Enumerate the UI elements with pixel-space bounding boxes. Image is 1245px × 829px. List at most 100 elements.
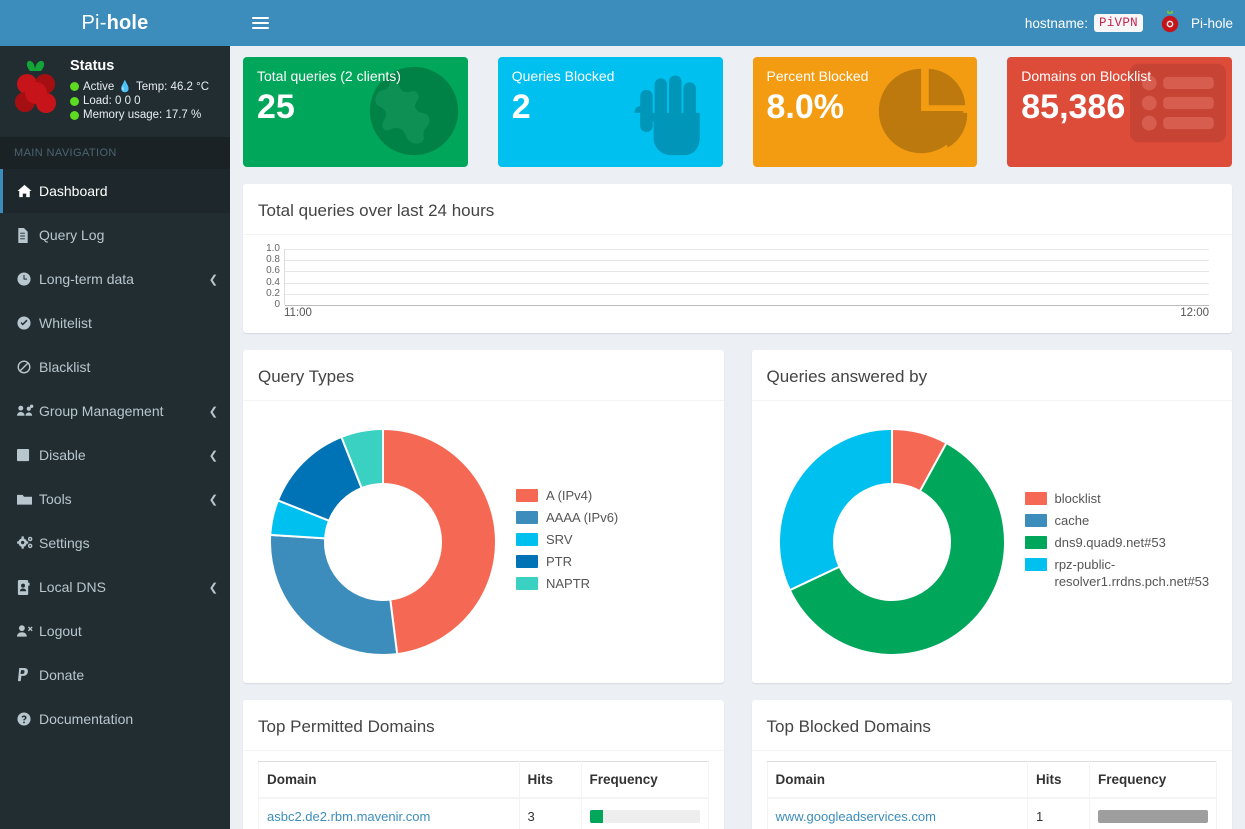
legend-item[interactable]: NAPTR <box>516 575 709 592</box>
legend-label: cache <box>1054 512 1090 528</box>
ban-icon <box>17 360 39 374</box>
chevron-left-icon: ❮ <box>208 405 218 418</box>
temperature-icon: 💧 <box>118 81 133 93</box>
legend-label: blocklist <box>1054 490 1101 506</box>
sidebar-item-donate[interactable]: Donate <box>0 653 230 697</box>
legend-item[interactable]: blocklist <box>1024 490 1218 507</box>
answered-by-donut[interactable] <box>767 417 1017 667</box>
query-types-donut[interactable] <box>258 417 508 667</box>
x-tick-end: 12:00 <box>1180 307 1209 319</box>
queries-over-time-chart[interactable]: 1.0 0.8 0.6 0.4 0.2 0 11:00 12:00 <box>258 244 1217 321</box>
donut-slice[interactable] <box>382 427 497 656</box>
frequency-bar <box>589 810 700 823</box>
column-header-hits: Hits <box>518 761 582 799</box>
sidebar-item-settings[interactable]: Settings <box>0 521 230 565</box>
status-line-memory: Memory usage: 17.7 % <box>70 109 209 121</box>
table-head: Domain Hits Frequency <box>258 761 709 799</box>
stat-value: 2 <box>511 88 531 126</box>
panel-header: Total queries over last 24 hours <box>243 187 1232 235</box>
sidebar-item-documentation[interactable]: Documentation <box>0 697 230 741</box>
folder-icon <box>17 493 39 506</box>
legend-swatch <box>516 555 538 568</box>
sidebar-item-disable[interactable]: Disable ❮ <box>0 433 230 477</box>
legend-label: A (IPv4) <box>546 488 593 503</box>
top-blocked-table: Domain Hits Frequency www.googleadservic… <box>766 761 1217 829</box>
brand-logo[interactable]: Pi-hole <box>0 0 230 46</box>
donut-slice[interactable] <box>777 427 893 592</box>
sidebar-item-label: Local DNS <box>39 579 106 595</box>
domain-link[interactable]: asbc2.de2.rbm.mavenir.com <box>267 809 430 824</box>
legend-item[interactable]: AAAA (IPv6) <box>516 509 709 526</box>
stat-box-domains-on-blocklist[interactable]: Domains on Blocklist 85,386 <box>1007 57 1232 167</box>
legend-item[interactable]: cache <box>1024 512 1218 529</box>
legend-item[interactable]: SRV <box>516 531 709 548</box>
legend-label: dns9.quad9.net#53 <box>1054 534 1166 550</box>
stat-title: Queries Blocked <box>511 68 615 84</box>
chevron-left-icon: ❮ <box>208 449 218 462</box>
sidebar-item-label: Tools <box>39 491 72 507</box>
status-line-active: Active 💧 Temp: 46.2 °C <box>70 80 209 93</box>
y-tick-label: 0.4 <box>266 276 280 288</box>
status-heading: Status <box>70 58 115 74</box>
legend-item[interactable]: PTR <box>516 553 709 570</box>
donut-slice[interactable] <box>269 533 399 656</box>
stat-value: 25 <box>257 88 295 126</box>
sidebar-item-dashboard[interactable]: Dashboard <box>0 169 230 213</box>
hostname-display: hostname: PiVPN <box>1025 14 1143 32</box>
check-circle-icon <box>17 316 39 330</box>
sidebar-item-whitelist[interactable]: Whitelist <box>0 301 230 345</box>
legend-label: PTR <box>546 554 572 569</box>
column-header-frequency: Frequency <box>580 761 709 799</box>
domain-link[interactable]: www.googleadservices.com <box>776 809 936 824</box>
panel-body: blocklist cache dns9.quad9.net#53 rpz-publi… <box>752 401 1233 683</box>
sidebar-item-label: Donate <box>39 667 85 683</box>
legend-item[interactable]: A (IPv4) <box>516 487 709 504</box>
user-times-icon <box>17 624 39 638</box>
sidebar-item-long-term-data[interactable]: Long-term data ❮ <box>0 257 230 301</box>
status-line-load: Load: 0 0 0 <box>70 95 209 107</box>
sidebar-item-group-management[interactable]: Group Management ❮ <box>0 389 230 433</box>
answered-by-chart[interactable]: blocklist cache dns9.quad9.net#53 rpz-publi… <box>767 411 1218 671</box>
legend-item[interactable]: dns9.quad9.net#53 <box>1024 534 1218 551</box>
user-menu[interactable]: Pi-hole <box>1153 9 1233 38</box>
sidebar-item-local-dns[interactable]: Local DNS ❮ <box>0 565 230 609</box>
navbar: hostname: PiVPN Pi-hole <box>230 0 1245 46</box>
legend-swatch <box>516 489 538 502</box>
green-dot-icon <box>70 96 79 106</box>
table-row: www.googleadservices.com 1 <box>766 797 1217 829</box>
paypal-icon <box>17 667 39 683</box>
raspberry-pi-icon <box>1159 9 1183 38</box>
chevron-left-icon: ❮ <box>208 273 218 286</box>
green-dot-icon <box>70 82 79 91</box>
table-body: asbc2.de2.rbm.mavenir.com3mtalk.google.c… <box>258 797 709 829</box>
chart-plot-area <box>284 249 1209 306</box>
sidebar-item-blacklist[interactable]: Blacklist <box>0 345 230 389</box>
panel-title: Query Types <box>258 367 355 386</box>
legend-item[interactable]: rpz-public-resolver1.rrdns.pch.net#53 <box>1024 556 1218 590</box>
cell-frequency <box>580 797 709 829</box>
stat-box-queries-blocked[interactable]: Queries Blocked 2 <box>497 57 723 167</box>
table-body: www.googleadservices.com 1 <box>766 797 1217 829</box>
sidebar-item-label: Group Management <box>39 403 164 419</box>
status-temp-label: Temp: 46.2 °C <box>136 80 210 93</box>
stat-box-total-queries-2-clients[interactable]: Total queries (2 clients) 25 <box>243 57 468 167</box>
panel-header: Top Blocked Domains <box>751 703 1232 751</box>
stat-title: Total queries (2 clients) <box>257 68 401 84</box>
answered-by-legend: blocklist cache dns9.quad9.net#53 rpz-publi… <box>1021 490 1218 595</box>
donut-row-panels: Query Types A (IPv4) AAAA (IPv6) SRV PTR NAP… <box>243 333 1232 683</box>
stat-box-percent-blocked[interactable]: Percent Blocked 8.0% <box>752 57 978 167</box>
sidebar-item-logout[interactable]: Logout <box>0 609 230 653</box>
sidebar: Status Active 💧 Temp: 46.2 °C Load: 0 0 … <box>0 46 230 829</box>
square-icon <box>17 448 39 462</box>
panel-body: A (IPv4) AAAA (IPv6) SRV PTR NAPTR <box>243 401 724 683</box>
green-dot-icon <box>70 110 79 120</box>
hamburger-icon[interactable] <box>240 0 280 46</box>
panel-query-types: Query Types A (IPv4) AAAA (IPv6) SRV PTR NAP… <box>243 350 724 683</box>
pihole-dashboard: Pi-hole hostname: PiVPN Pi-hole Status A… <box>0 0 1245 829</box>
sidebar-item-tools[interactable]: Tools ❮ <box>0 477 230 521</box>
top-bar: Pi-hole hostname: PiVPN Pi-hole <box>0 0 1245 46</box>
panel-top-blocked-domains: Top Blocked Domains Domain Hits Frequenc… <box>751 700 1232 829</box>
sidebar-item-query-log[interactable]: Query Log <box>0 213 230 257</box>
y-tick-label: 0.2 <box>266 287 280 299</box>
query-types-chart[interactable]: A (IPv4) AAAA (IPv6) SRV PTR NAPTR <box>258 411 709 671</box>
